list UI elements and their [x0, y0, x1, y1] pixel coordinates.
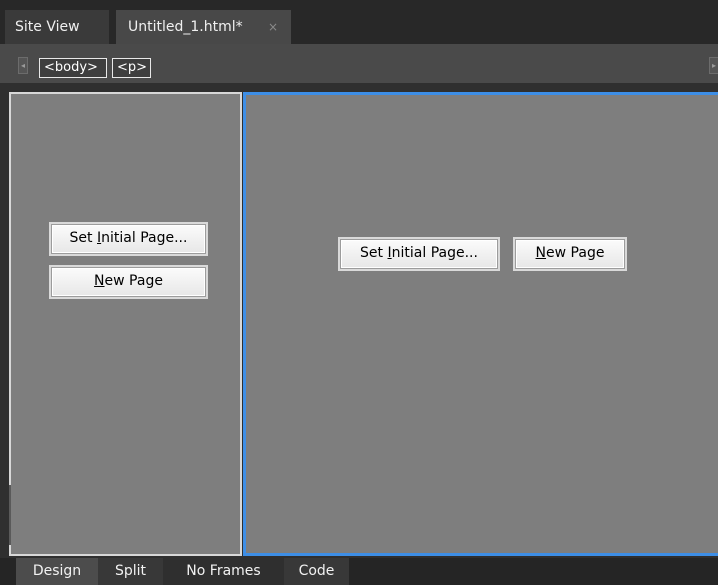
tag-p[interactable]: <p> — [112, 58, 151, 78]
tab-untitled-1[interactable]: Untitled_1.html* × — [116, 10, 291, 44]
tag-body[interactable]: <body> — [39, 58, 107, 78]
button-label-part: nitial Page... — [101, 230, 188, 246]
tag-selector-bar: ◂ <body> <p> ▸ — [0, 44, 718, 83]
button-label-part: ew Page — [104, 273, 163, 289]
button-label-part: nitial Page... — [391, 245, 478, 261]
tab-split[interactable]: Split — [98, 558, 163, 585]
close-icon[interactable]: × — [268, 10, 278, 44]
design-canvas[interactable]: Set Initial Page... New Page Set Initial… — [0, 83, 718, 558]
new-page-button[interactable]: New Page — [51, 267, 206, 297]
tab-no-frames[interactable]: No Frames — [163, 558, 284, 585]
button-mnemonic: N — [94, 273, 105, 289]
document-tab-bar: Site View Untitled_1.html* × — [0, 0, 718, 44]
button-mnemonic: N — [535, 245, 547, 261]
splitter-grip[interactable] — [9, 485, 11, 545]
button-label-part: ew Page — [546, 245, 605, 261]
tab-document-label: Untitled_1.html* — [128, 19, 243, 35]
tab-design[interactable]: Design — [16, 558, 98, 585]
tab-code[interactable]: Code — [284, 558, 349, 585]
set-initial-page-button[interactable]: Set Initial Page... — [340, 239, 498, 269]
right-frame-selected[interactable]: Set Initial Page... New Page — [243, 92, 718, 556]
scroll-left-icon[interactable]: ◂ — [18, 57, 28, 74]
set-initial-page-button[interactable]: Set Initial Page... — [51, 224, 206, 254]
scroll-right-icon[interactable]: ▸ — [709, 57, 718, 74]
tab-site-view[interactable]: Site View — [5, 10, 109, 44]
view-mode-bar: Design Split No Frames Code — [0, 558, 718, 585]
button-label-part: Set — [360, 245, 388, 261]
left-frame[interactable]: Set Initial Page... New Page — [9, 92, 242, 556]
new-page-button[interactable]: New Page — [515, 239, 625, 269]
button-label-part: Set — [69, 230, 97, 246]
